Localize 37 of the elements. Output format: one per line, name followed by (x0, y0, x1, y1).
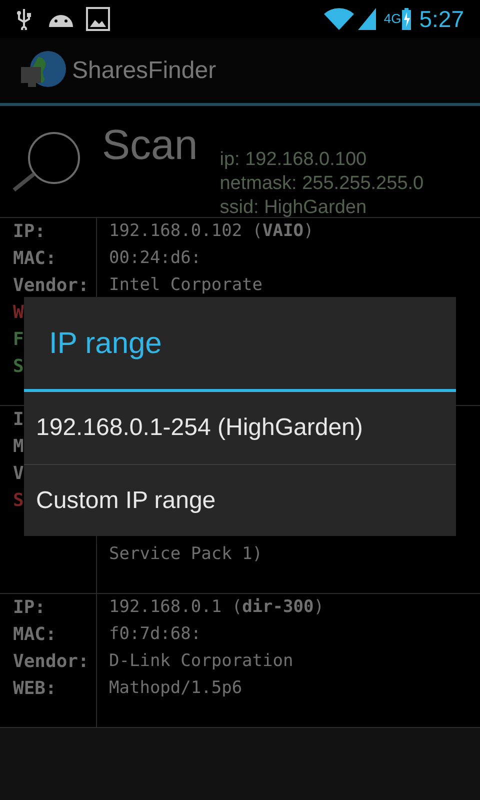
field-label: MAC: (13, 623, 56, 647)
field-label: M (13, 435, 24, 459)
field-label: Vendor: (13, 650, 89, 674)
field-label: S (13, 489, 24, 513)
field-value: Mathopd/1.5p6 (109, 676, 242, 700)
battery-icon (402, 8, 412, 30)
usb-icon (16, 8, 32, 30)
field-label: IP: (13, 596, 46, 620)
scan-title: Scan (102, 124, 198, 166)
field-label: WEB: (13, 677, 56, 701)
field-label: I (13, 408, 24, 432)
network-info: ssid: HighGarden (220, 196, 368, 220)
field-value: 192.168.0.1 (dir-300) (109, 596, 324, 619)
app-title: SharesFinder (72, 56, 216, 86)
network-info: ip: 192.168.0.100 (220, 148, 368, 172)
network-info: netmask: 255.255.255.0 (220, 172, 424, 196)
field-label: IP: (13, 220, 46, 244)
field-label: MAC: (13, 247, 56, 271)
field-value: Intel Corporate (109, 274, 263, 297)
dialog-option[interactable]: Custom IP range (24, 464, 456, 536)
field-label: S (13, 355, 24, 379)
field-value: D-Link Corporation (109, 650, 294, 673)
signal-icon (358, 8, 376, 30)
field-value: f0:7d:68: (109, 622, 202, 646)
field-value: Service Pack 1) (109, 542, 263, 566)
wifi-icon (324, 8, 354, 30)
field-label: W (13, 301, 24, 325)
field-label: V (13, 462, 24, 486)
image-icon (86, 7, 110, 31)
field-label: F (13, 328, 24, 352)
field-value: 192.168.0.102 (VAIO) (109, 220, 314, 243)
network-type: 4G (384, 10, 402, 28)
clock: 5:27 (419, 4, 464, 34)
dialog-option[interactable]: 192.168.0.1-254 (HighGarden) (24, 392, 456, 464)
field-value: 00:24:d6: (109, 246, 202, 270)
field-label: Vendor: (13, 274, 89, 298)
dialog-title: IP range (49, 326, 162, 362)
